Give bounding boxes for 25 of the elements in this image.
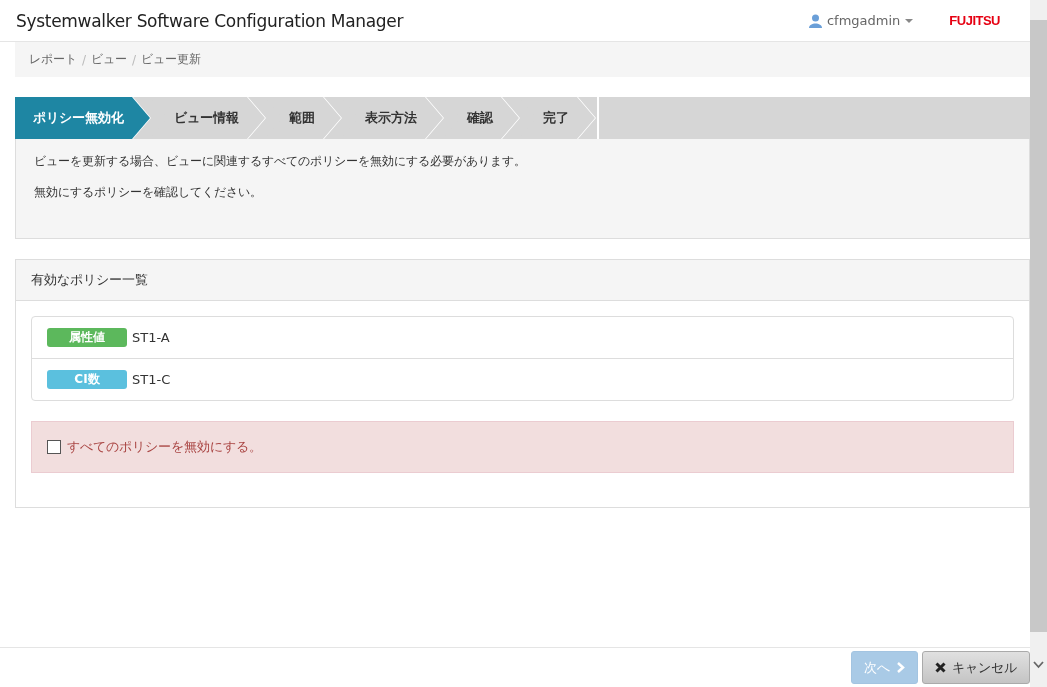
policy-tag: 属性値 <box>47 328 127 347</box>
app-title: Systemwalker Software Configuration Manager <box>16 10 405 31</box>
policy-name: ST1-A <box>132 330 170 345</box>
user-menu[interactable]: cfmgadmin <box>808 13 914 28</box>
policy-tag: CI数 <box>47 370 127 389</box>
wizard-step[interactable]: ポリシー無効化 <box>15 97 150 139</box>
breadcrumb-separator: / <box>82 52 87 67</box>
info-text: 無効にするポリシーを確認してください。 <box>34 184 263 201</box>
close-icon <box>935 662 946 673</box>
breadcrumb-item[interactable]: ビュー <box>91 51 128 68</box>
scrollbar[interactable] <box>1030 0 1047 687</box>
breadcrumb-separator: / <box>132 52 137 67</box>
info-text: ビューを更新する場合、ビューに関連するすべてのポリシーを無効にする必要があります。 <box>34 153 527 170</box>
cancel-button[interactable]: キャンセル <box>922 651 1030 684</box>
breadcrumb-item: ビュー更新 <box>141 51 202 68</box>
breadcrumb-item[interactable]: レポート <box>29 51 77 68</box>
caret-icon <box>905 18 914 23</box>
chevron-right-icon <box>896 662 905 673</box>
panel-title: 有効なポリシー一覧 <box>16 260 1029 301</box>
policy-name: ST1-C <box>132 372 171 387</box>
company-logo: FUJITSU <box>949 13 1000 28</box>
checkbox-label[interactable]: すべてのポリシーを無効にする。 <box>67 438 262 456</box>
person-icon <box>808 13 822 28</box>
chevron-down-icon[interactable] <box>1033 661 1044 669</box>
checkbox[interactable] <box>47 440 61 454</box>
